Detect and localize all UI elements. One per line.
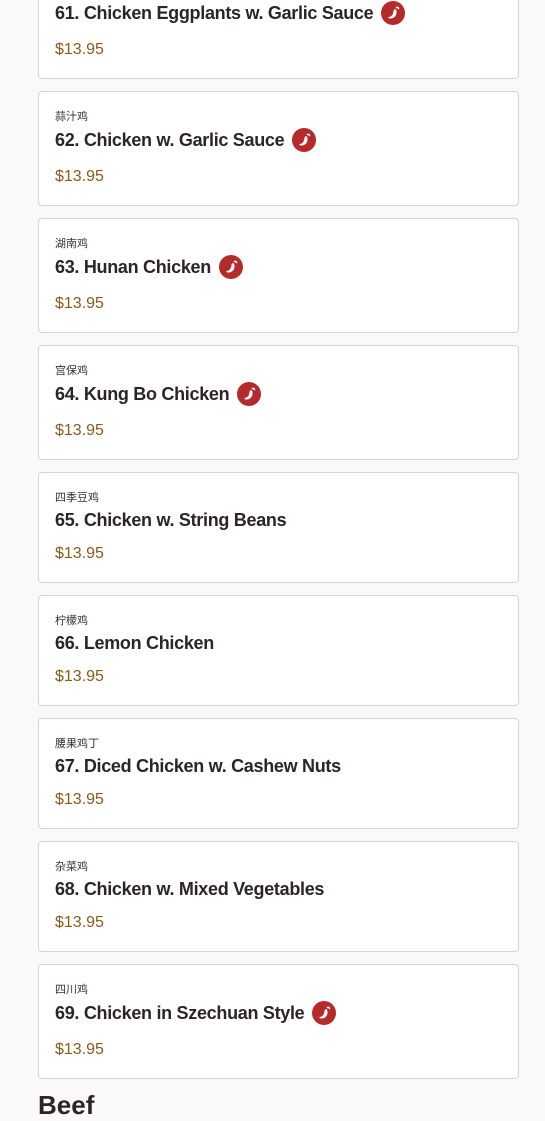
menu-item-62[interactable]: 蒜汁鸡 62. Chicken w. Garlic Sauce $13.95: [38, 91, 519, 206]
menu-item-title: 66. Lemon Chicken: [55, 633, 214, 653]
menu-item-chinese-name: 腰果鸡丁: [55, 737, 99, 750]
menu-item-chinese-name: 四川鸡: [55, 983, 88, 996]
menu-item-chinese-name: 蒜汁鸡: [55, 110, 88, 123]
menu-item-63[interactable]: 湖南鸡 63. Hunan Chicken $13.95: [38, 218, 519, 333]
menu-item-price: $13.95: [55, 168, 104, 185]
menu-item-title: 64. Kung Bo Chicken: [55, 382, 262, 406]
menu-item-title: 63. Hunan Chicken: [55, 255, 243, 279]
menu-item-title: 67. Diced Chicken w. Cashew Nuts: [55, 756, 341, 776]
menu-item-chinese-name: 宫保鸡: [55, 364, 88, 377]
menu-item-price: $13.95: [55, 41, 104, 58]
chili-pepper-icon: [312, 1001, 337, 1025]
menu-item-title: 62. Chicken w. Garlic Sauce: [55, 128, 317, 152]
menu-item-chinese-name: 杂菜鸡: [55, 860, 88, 873]
menu-item-price: $13.95: [55, 1041, 104, 1058]
menu-item-chinese-name: 湖南鸡: [55, 237, 88, 250]
menu-item-price: $13.95: [55, 791, 104, 808]
menu-item-title: 69. Chicken in Szechuan Style: [55, 1001, 337, 1025]
menu-item-price: $13.95: [55, 295, 104, 312]
menu-item-chinese-name: 四季豆鸡: [55, 491, 99, 504]
menu-item-66[interactable]: 柠檬鸡 66. Lemon Chicken $13.95: [38, 595, 519, 706]
menu-item-title: 65. Chicken w. String Beans: [55, 510, 287, 530]
menu-item-price: $13.95: [55, 914, 104, 931]
menu-item-68[interactable]: 杂菜鸡 68. Chicken w. Mixed Vegetables $13.…: [38, 841, 519, 952]
menu-item-price: $13.95: [55, 668, 104, 685]
chili-pepper-icon: [237, 382, 262, 406]
menu-item-chinese-name: 柠檬鸡: [55, 614, 88, 627]
menu-item-61[interactable]: 61. Chicken Eggplants w. Garlic Sauce $1…: [38, 0, 519, 79]
menu-item-67[interactable]: 腰果鸡丁 67. Diced Chicken w. Cashew Nuts $1…: [38, 718, 519, 829]
menu-item-price: $13.95: [55, 422, 104, 439]
menu-item-65[interactable]: 四季豆鸡 65. Chicken w. String Beans $13.95: [38, 472, 519, 583]
chili-pepper-icon: [381, 1, 406, 25]
section-heading-beef: Beef: [38, 1090, 95, 1120]
menu-item-69[interactable]: 四川鸡 69. Chicken in Szechuan Style $13.95: [38, 964, 519, 1079]
chili-pepper-icon: [292, 128, 317, 152]
chili-pepper-icon: [218, 255, 243, 279]
menu-item-price: $13.95: [55, 545, 104, 562]
menu-item-title: 68. Chicken w. Mixed Vegetables: [55, 879, 325, 899]
menu-item-title: 61. Chicken Eggplants w. Garlic Sauce: [55, 1, 406, 25]
menu-item-64[interactable]: 宫保鸡 64. Kung Bo Chicken $13.95: [38, 345, 519, 460]
